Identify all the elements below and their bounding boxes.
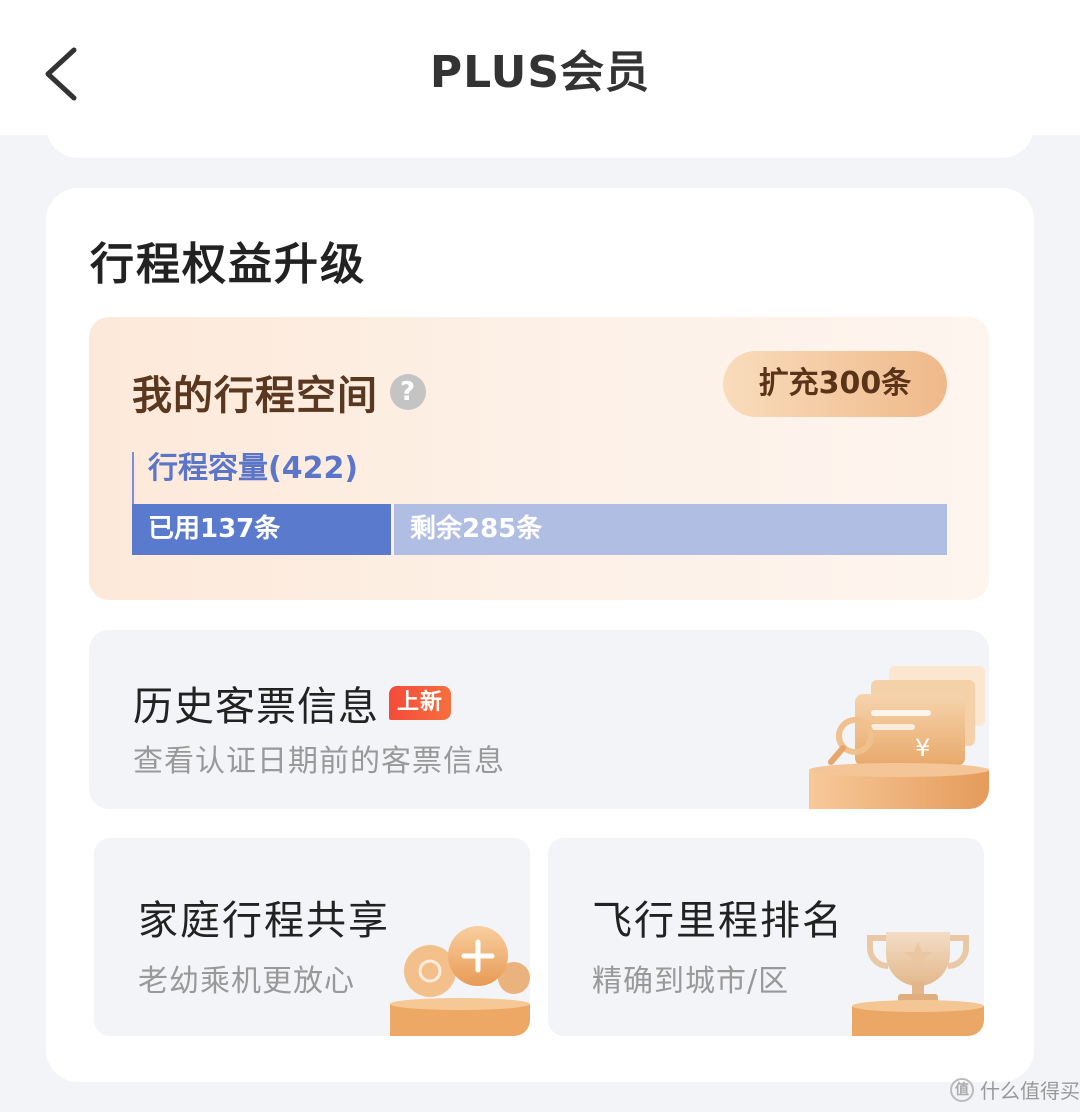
capacity-remaining-bar: 剩余285条 xyxy=(394,504,947,555)
trip-benefits-card: 行程权益升级 我的行程空间 ? 扩充300条 行程容量(422) 已用137条 … xyxy=(46,188,1034,1082)
capacity-used-bar: 已用137条 xyxy=(132,504,391,555)
expand-capacity-button[interactable]: 扩充300条 xyxy=(723,351,947,417)
help-icon[interactable]: ? xyxy=(390,374,426,410)
ticket-magnifier-illustration: ¥ xyxy=(809,666,989,809)
watermark: 值 什么值得买 xyxy=(950,1075,1080,1104)
trip-space-title: 我的行程空间 ? xyxy=(132,363,426,421)
previous-card-edge xyxy=(46,110,1034,158)
trip-space-card: 我的行程空间 ? 扩充300条 行程容量(422) 已用137条 剩余285条 xyxy=(89,317,989,600)
watermark-text: 什么值得买 xyxy=(980,1079,1080,1103)
section-title: 行程权益升级 xyxy=(90,239,366,290)
trip-space-title-text: 我的行程空间 xyxy=(132,373,378,419)
trophy-illustration xyxy=(852,932,984,1036)
chevron-left-icon xyxy=(45,47,77,101)
family-sharing-subtitle: 老幼乘机更放心 xyxy=(138,964,355,999)
family-sharing-card[interactable]: 家庭行程共享 老幼乘机更放心 xyxy=(94,838,530,1036)
history-tickets-card[interactable]: 历史客票信息 上新 查看认证日期前的客票信息 ¥ xyxy=(89,630,989,809)
family-add-illustration xyxy=(390,926,530,1036)
history-tickets-title-text: 历史客票信息 xyxy=(133,684,379,730)
history-tickets-title: 历史客票信息 上新 xyxy=(133,674,452,732)
capacity-label: 行程容量(422) xyxy=(132,452,358,504)
back-button[interactable] xyxy=(40,44,90,104)
family-sharing-title: 家庭行程共享 xyxy=(138,898,390,944)
mileage-ranking-card[interactable]: 飞行里程排名 精确到城市/区 xyxy=(548,838,984,1036)
mileage-ranking-title: 飞行里程排名 xyxy=(592,898,844,944)
history-tickets-subtitle: 查看认证日期前的客票信息 xyxy=(133,744,505,779)
page-title: PLUS会员 xyxy=(429,46,651,98)
mileage-ranking-subtitle: 精确到城市/区 xyxy=(592,964,790,999)
watermark-logo-icon: 值 xyxy=(950,1077,974,1102)
svg-text:¥: ¥ xyxy=(915,734,930,762)
new-badge: 上新 xyxy=(389,686,452,720)
